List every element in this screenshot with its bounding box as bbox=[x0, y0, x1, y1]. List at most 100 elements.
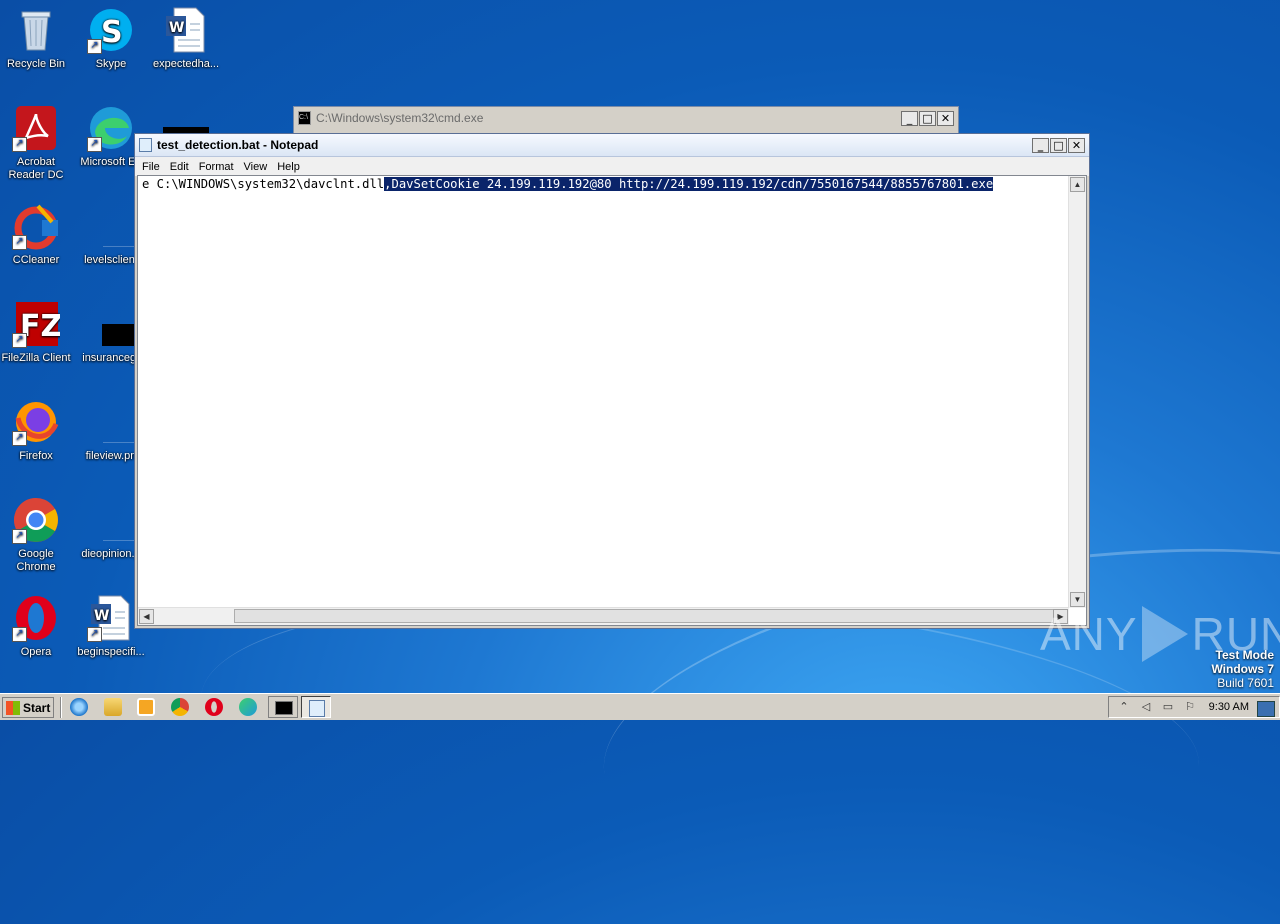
menu-format[interactable]: Format bbox=[194, 161, 239, 173]
svg-text:W: W bbox=[169, 20, 184, 36]
watermark-left: ANY bbox=[1040, 608, 1138, 660]
menu-help[interactable]: Help bbox=[272, 161, 305, 173]
test-mode-notice: Test Mode Windows 7 Build 7601 bbox=[1211, 648, 1274, 690]
desktop-icon-label: beginspecifi... bbox=[77, 646, 145, 658]
word-document-icon: W bbox=[162, 6, 210, 54]
notepad-window[interactable]: test_detection.bat - Notepad _ □ ✕ File … bbox=[134, 133, 1090, 629]
close-button[interactable]: ✕ bbox=[937, 110, 954, 126]
notepad-menu-bar: File Edit Format View Help bbox=[135, 157, 1089, 176]
internet-explorer-icon[interactable] bbox=[70, 698, 88, 716]
taskbar-notepad-button[interactable] bbox=[301, 696, 331, 718]
scroll-left-button[interactable]: ◀ bbox=[139, 609, 154, 624]
text-line: e C:\WINDOWS\system32\davclnt.dll,DavSet… bbox=[142, 177, 994, 192]
shortcut-arrow-icon: ↗ bbox=[12, 137, 27, 152]
menu-edit[interactable]: Edit bbox=[165, 161, 194, 173]
show-desktop-icon[interactable] bbox=[1257, 701, 1275, 717]
unselected-text: e C:\WINDOWS\system32\davclnt.dll bbox=[142, 177, 385, 191]
action-center-flag-icon[interactable]: ⚐ bbox=[1183, 701, 1197, 713]
scroll-up-button[interactable]: ▲ bbox=[1070, 177, 1085, 192]
notepad-icon bbox=[139, 138, 152, 152]
desktop-icon-label: FileZilla Client bbox=[1, 352, 71, 364]
desktop-icon-filezilla[interactable]: FZ ↗ FileZilla Client bbox=[0, 300, 74, 365]
test-mode-line1: Test Mode bbox=[1215, 648, 1274, 662]
cmd-window-title: C:\Windows\system32\cmd.exe bbox=[316, 111, 484, 125]
horizontal-scrollbar[interactable]: ◀ ▶ bbox=[138, 607, 1069, 625]
desktop-icon-chrome[interactable]: ↗ Google Chrome bbox=[0, 496, 74, 574]
minimize-button[interactable]: _ bbox=[901, 110, 918, 126]
desktop-icon-label: expectedha... bbox=[152, 58, 220, 70]
menu-file[interactable]: File bbox=[137, 161, 165, 173]
maximize-button[interactable]: □ bbox=[1050, 137, 1067, 153]
edge-icon[interactable] bbox=[239, 698, 257, 716]
desktop-icon-label: Firefox bbox=[19, 450, 53, 462]
edge-icon: ↗ bbox=[87, 104, 135, 152]
file-icon bbox=[87, 202, 143, 250]
desktop-icon-firefox[interactable]: ↗ Firefox bbox=[0, 398, 74, 463]
desktop-icon-acrobat[interactable]: ↗ Acrobat Reader DC bbox=[0, 104, 74, 182]
word-document-icon: W ↗ bbox=[87, 594, 135, 642]
desktop-icon-label: CCleaner bbox=[12, 254, 60, 266]
media-player-icon[interactable] bbox=[137, 698, 155, 716]
desktop-icon-label: Recycle Bin bbox=[6, 58, 66, 70]
clock[interactable]: 9:30 AM bbox=[1209, 701, 1249, 713]
firefox-icon: ↗ bbox=[12, 398, 60, 446]
shortcut-arrow-icon: ↗ bbox=[12, 431, 27, 446]
windows-logo-icon bbox=[6, 700, 20, 715]
notepad-text-area[interactable]: e C:\WINDOWS\system32\davclnt.dll,DavSet… bbox=[137, 175, 1087, 626]
recycle-bin-icon bbox=[12, 6, 60, 54]
cmd-icon bbox=[275, 701, 293, 715]
file-icon bbox=[87, 398, 143, 446]
shortcut-arrow-icon: ↗ bbox=[12, 627, 27, 642]
horizontal-scroll-thumb[interactable] bbox=[234, 609, 1064, 623]
desktop-icon-expectedha[interactable]: W expectedha... bbox=[148, 6, 224, 71]
shortcut-arrow-icon: ↗ bbox=[12, 333, 27, 348]
volume-icon[interactable]: ◁ bbox=[1139, 701, 1153, 713]
selected-text: ,DavSetCookie 24.199.119.192@80 http://2… bbox=[384, 177, 994, 191]
notepad-title-bar[interactable]: test_detection.bat - Notepad _ □ ✕ bbox=[135, 134, 1089, 157]
start-label: Start bbox=[23, 700, 51, 715]
notepad-window-title: test_detection.bat - Notepad bbox=[157, 138, 319, 152]
taskbar-cmd-button[interactable] bbox=[268, 696, 298, 718]
network-icon[interactable]: ▭ bbox=[1161, 701, 1175, 713]
shortcut-arrow-icon: ↗ bbox=[12, 235, 27, 250]
svg-text:W: W bbox=[94, 608, 109, 624]
cmd-icon: C:\ bbox=[298, 111, 311, 125]
vertical-scrollbar[interactable]: ▲ ▼ bbox=[1068, 176, 1086, 608]
shortcut-arrow-icon: ↗ bbox=[87, 627, 102, 642]
explorer-folder-icon[interactable] bbox=[104, 698, 122, 716]
scroll-down-button[interactable]: ▼ bbox=[1070, 592, 1085, 607]
shortcut-arrow-icon: ↗ bbox=[87, 39, 102, 54]
file-icon bbox=[87, 300, 148, 348]
desktop-icon-label: Opera bbox=[20, 646, 52, 658]
play-logo-icon bbox=[1141, 606, 1188, 662]
shortcut-arrow-icon: ↗ bbox=[87, 137, 102, 152]
notepad-icon bbox=[309, 700, 325, 717]
filezilla-icon: FZ ↗ bbox=[12, 300, 62, 348]
close-button[interactable]: ✕ bbox=[1068, 137, 1085, 153]
desktop-icon-skype[interactable]: S ↗ Skype bbox=[73, 6, 149, 71]
taskbar-separator bbox=[60, 697, 62, 718]
start-button[interactable]: Start bbox=[2, 697, 54, 718]
acrobat-icon: ↗ bbox=[12, 104, 60, 152]
cmd-title-bar[interactable]: C:\ C:\Windows\system32\cmd.exe _ □ ✕ bbox=[294, 107, 958, 129]
desktop-icon-label: Acrobat Reader DC bbox=[8, 156, 64, 181]
shortcut-arrow-icon: ↗ bbox=[12, 529, 27, 544]
test-mode-line3: Build 7601 bbox=[1217, 676, 1274, 690]
chrome-icon: ↗ bbox=[12, 496, 60, 544]
minimize-button[interactable]: _ bbox=[1032, 137, 1049, 153]
desktop-icon-label: Google Chrome bbox=[16, 548, 56, 573]
system-tray: ⌃ ◁ ▭ ⚐ 9:30 AM bbox=[1108, 696, 1280, 718]
opera-icon[interactable] bbox=[205, 698, 223, 716]
chrome-icon[interactable] bbox=[171, 698, 189, 716]
taskbar: Start ⌃ ◁ ▭ ⚐ 9:30 AM bbox=[0, 693, 1280, 720]
maximize-button[interactable]: □ bbox=[919, 110, 936, 126]
desktop-icon-recycle-bin[interactable]: Recycle Bin bbox=[0, 6, 74, 71]
desktop-icon-label: Skype bbox=[95, 58, 127, 70]
desktop-icon-opera[interactable]: ↗ Opera bbox=[0, 594, 74, 659]
menu-view[interactable]: View bbox=[239, 161, 273, 173]
desktop-icon-ccleaner[interactable]: ↗ CCleaner bbox=[0, 202, 74, 267]
show-hidden-icons-icon[interactable]: ⌃ bbox=[1117, 701, 1131, 713]
test-mode-line2: Windows 7 bbox=[1211, 662, 1274, 676]
opera-icon: ↗ bbox=[12, 594, 60, 642]
file-icon bbox=[87, 496, 143, 544]
